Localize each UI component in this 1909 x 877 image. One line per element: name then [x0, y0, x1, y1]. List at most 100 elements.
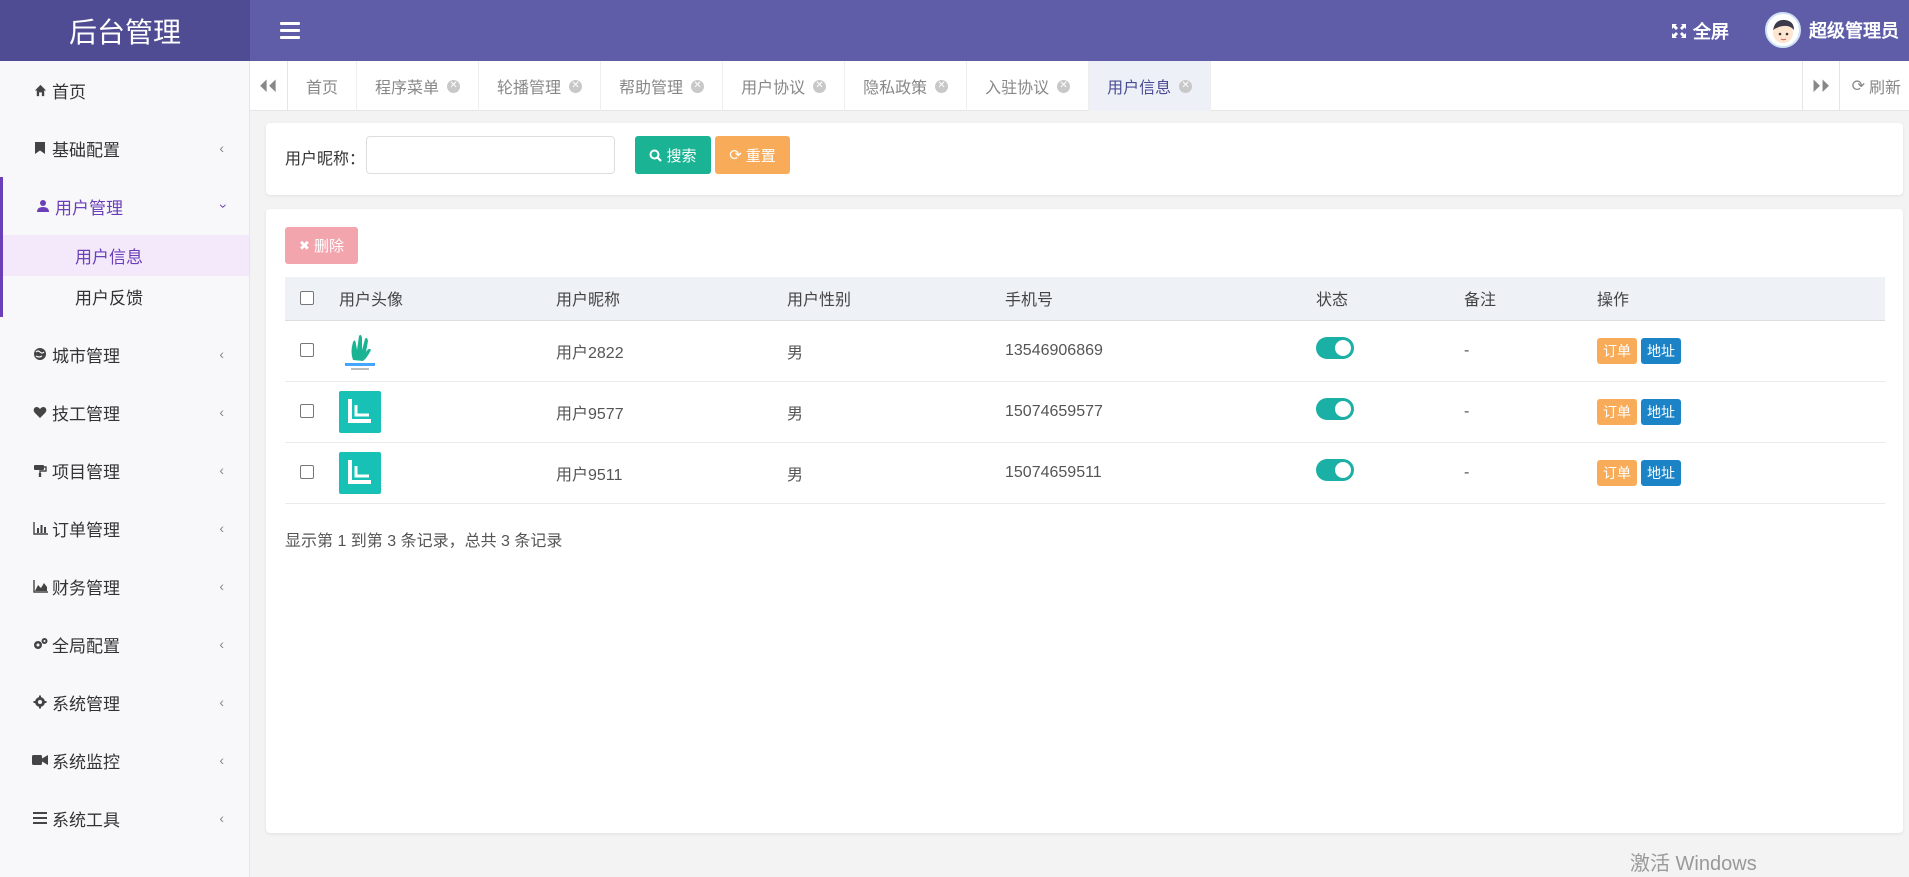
address-button[interactable]: 地址: [1641, 459, 1681, 486]
chevron-left-icon: ‹: [219, 636, 224, 652]
status-toggle[interactable]: [1316, 459, 1354, 481]
user-table: 用户头像 用户昵称 用户性别 手机号 状态 备注 操作 用户2822 男 135…: [285, 277, 1885, 504]
tab-label: 用户协议: [741, 80, 806, 97]
phone-cell: 15074659511: [1005, 442, 1316, 504]
sidebar-subitem-user-info[interactable]: 用户信息: [3, 235, 249, 276]
gear-icon: [32, 694, 48, 710]
close-icon[interactable]: ✕: [691, 79, 705, 93]
nickname-input[interactable]: [366, 136, 615, 174]
gender-cell: 男: [787, 320, 1005, 382]
sidebar-item-home[interactable]: 首页: [0, 61, 249, 119]
tab-carousel[interactable]: 轮播管理 ✕: [479, 61, 602, 111]
sidebar-item-system-management[interactable]: 系统管理 ‹: [0, 673, 249, 731]
pagination-summary: 显示第 1 到第 3 条记录，总共 3 条记录: [285, 533, 563, 550]
sidebar-item-user-management[interactable]: 用户管理 ‹: [3, 177, 249, 235]
reset-button[interactable]: ⟳ 重置: [715, 136, 790, 174]
search-button-label: 搜索: [666, 147, 697, 165]
username: 超级管理员: [1809, 21, 1899, 41]
tab-label: 首页: [306, 80, 339, 97]
user-icon: [35, 198, 51, 214]
nickname-label: 用户昵称：: [285, 151, 366, 168]
close-icon[interactable]: ✕: [569, 79, 583, 93]
sidebar-item-technician-management[interactable]: 技工管理 ‹: [0, 383, 249, 441]
globe-icon: [32, 346, 48, 362]
sidebar-item-system-tools[interactable]: 系统工具 ‹: [0, 789, 249, 847]
tabs-scroll-right-icon[interactable]: ⏵⏵: [1801, 61, 1840, 111]
sidebar-item-label: 系统工具: [52, 810, 120, 830]
sidebar-item-label: 全局配置: [52, 636, 120, 656]
home-icon: [32, 82, 48, 98]
reset-button-label: 重置: [745, 147, 776, 165]
tab-privacy[interactable]: 隐私政策 ✕: [845, 61, 968, 111]
address-button[interactable]: 地址: [1641, 337, 1681, 364]
bars-icon: [32, 810, 48, 826]
sidebar-item-label: 财务管理: [52, 578, 120, 598]
chevron-left-icon: ‹: [219, 810, 224, 826]
delete-button[interactable]: ✖ 删除: [285, 227, 358, 264]
close-icon[interactable]: ✕: [447, 79, 461, 93]
paint-icon: [32, 462, 48, 478]
sidebar-item-system-monitor[interactable]: 系统监控 ‹: [0, 731, 249, 789]
menu-toggle-icon[interactable]: [280, 18, 300, 42]
column-header-status: 状态: [1316, 277, 1464, 321]
sidebar-item-project-management[interactable]: 项目管理 ‹: [0, 441, 249, 499]
sidebar-item-label: 项目管理: [52, 462, 120, 482]
tab-help[interactable]: 帮助管理 ✕: [601, 61, 724, 111]
refresh-button[interactable]: ⟳ 刷新: [1840, 61, 1909, 111]
tab-label: 用户信息: [1107, 80, 1172, 97]
sidebar-item-finance-management[interactable]: 财务管理 ‹: [0, 557, 249, 615]
tab-program-menu[interactable]: 程序菜单 ✕: [357, 61, 480, 111]
row-checkbox[interactable]: [300, 343, 314, 358]
column-header-remark: 备注: [1464, 277, 1597, 321]
phone-cell: 15074659577: [1005, 381, 1316, 443]
brand-title: 后台管理: [0, 0, 250, 61]
tab-label: 程序菜单: [375, 80, 440, 97]
order-button[interactable]: 订单: [1597, 398, 1637, 425]
close-icon[interactable]: ✕: [1179, 79, 1193, 93]
address-button[interactable]: 地址: [1641, 398, 1681, 425]
select-all-checkbox[interactable]: [300, 291, 314, 306]
order-button[interactable]: 订单: [1597, 337, 1637, 364]
user-menu[interactable]: 超级管理员: [1765, 12, 1899, 48]
tab-user-agreement[interactable]: 用户协议 ✕: [723, 61, 846, 111]
chevron-down-icon: ‹: [213, 203, 230, 209]
column-header-gender: 用户性别: [787, 277, 1005, 321]
row-checkbox[interactable]: [300, 465, 314, 480]
tab-user-info[interactable]: 用户信息 ✕: [1089, 61, 1212, 111]
tab-label: 帮助管理: [619, 80, 684, 97]
close-icon[interactable]: ✕: [935, 79, 949, 93]
tab-home[interactable]: 首页: [288, 61, 358, 111]
row-checkbox[interactable]: [300, 404, 314, 419]
sidebar-item-basic-config[interactable]: 基础配置 ‹: [0, 119, 249, 177]
column-header-actions: 操作: [1597, 277, 1885, 321]
tabs-scroll-left-icon[interactable]: ⏴⏴: [250, 61, 288, 111]
tab-label: 隐私政策: [863, 80, 928, 97]
remark-cell: -: [1464, 442, 1597, 504]
sidebar-subitem-user-feedback[interactable]: 用户反馈: [3, 276, 249, 317]
order-button[interactable]: 订单: [1597, 459, 1637, 486]
close-icon[interactable]: ✕: [813, 79, 827, 93]
sidebar-item-global-config[interactable]: 全局配置 ‹: [0, 615, 249, 673]
status-toggle[interactable]: [1316, 398, 1354, 420]
sidebar-item-order-management[interactable]: 订单管理 ‹: [0, 499, 249, 557]
close-icon[interactable]: ✕: [1057, 79, 1071, 93]
search-button[interactable]: 搜索: [635, 136, 711, 174]
avatar: [339, 451, 381, 494]
tab-label: 轮播管理: [497, 80, 562, 97]
cogs-icon: [32, 636, 48, 652]
refresh-icon: ⟳: [729, 147, 742, 164]
chevron-left-icon: ‹: [219, 404, 224, 420]
bookmark-icon: [32, 140, 48, 156]
sidebar-item-label: 城市管理: [52, 346, 120, 366]
sidebar-item-city-management[interactable]: 城市管理 ‹: [0, 325, 249, 383]
phone-cell: 13546906869: [1005, 320, 1316, 382]
bar-chart-icon: [32, 520, 48, 536]
status-toggle[interactable]: [1316, 337, 1354, 359]
fullscreen-button[interactable]: 全屏: [1671, 18, 1729, 44]
refresh-icon: ⟳: [1851, 78, 1865, 95]
column-header-avatar: 用户头像: [339, 277, 556, 321]
search-panel: 用户昵称： 搜索 ⟳ 重置: [266, 123, 1903, 195]
nickname-cell: 用户2822: [556, 320, 787, 382]
tab-settle-agreement[interactable]: 入驻协议 ✕: [967, 61, 1090, 111]
windows-activation-watermark: 激活 Windows: [1630, 853, 1757, 875]
